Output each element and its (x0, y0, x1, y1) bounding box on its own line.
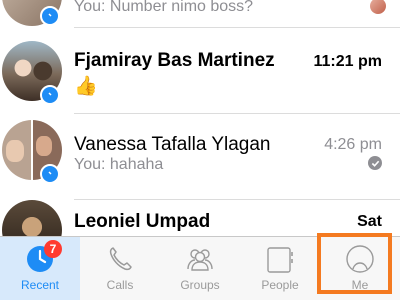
conversation-row[interactable]: Vanessa Tafalla Ylagan You: hahaha 4:26 … (0, 114, 400, 200)
messenger-screen: You: Number nimo boss? Fjamiray Bas Mart… (0, 0, 400, 300)
unread-count-badge: 7 (44, 240, 62, 258)
messenger-badge-icon (40, 164, 60, 184)
tab-calls[interactable]: Calls (80, 237, 160, 300)
conversation-time: Sat (357, 213, 382, 230)
tab-bar: 7 Recent Calls Groups People Me (0, 236, 400, 300)
conversation-name: Fjamiray Bas Martinez (74, 50, 275, 71)
tab-label: People (261, 278, 299, 292)
conversation-row[interactable]: You: Number nimo boss? (0, 0, 400, 28)
me-icon (346, 245, 374, 273)
tab-groups[interactable]: Groups (160, 237, 240, 300)
tab-label: Me (351, 278, 369, 292)
tab-people[interactable]: People (240, 237, 320, 300)
tab-recent[interactable]: 7 Recent (0, 237, 80, 300)
tab-label: Groups (180, 278, 220, 292)
messenger-badge-icon (40, 85, 60, 105)
conversation-time: 4:26 pm (324, 136, 382, 153)
conversation-preview: You: hahaha (74, 156, 164, 173)
conversation-name: Vanessa Tafalla Ylagan (74, 134, 271, 155)
conversation-preview: 👍 (74, 76, 98, 97)
tab-label: Recent (20, 278, 60, 292)
avatar-photo-left (6, 140, 24, 162)
conversation-name: Leoniel Umpad (74, 211, 211, 232)
avatar-photo-right (36, 136, 52, 156)
conversation-row[interactable]: Fjamiray Bas Martinez 👍 11:21 pm (0, 28, 400, 114)
groups-icon (187, 249, 213, 271)
seen-check-icon (368, 156, 382, 170)
avatar-thumbnail (370, 0, 386, 14)
phone-icon (109, 247, 132, 271)
conversation-preview: You: Number nimo boss? (74, 0, 254, 15)
tab-label: Calls (106, 278, 134, 292)
conversation-time: 11:21 pm (313, 53, 382, 70)
messenger-badge-icon (40, 6, 60, 26)
tab-me[interactable]: Me (320, 237, 400, 300)
people-icon (267, 247, 293, 273)
